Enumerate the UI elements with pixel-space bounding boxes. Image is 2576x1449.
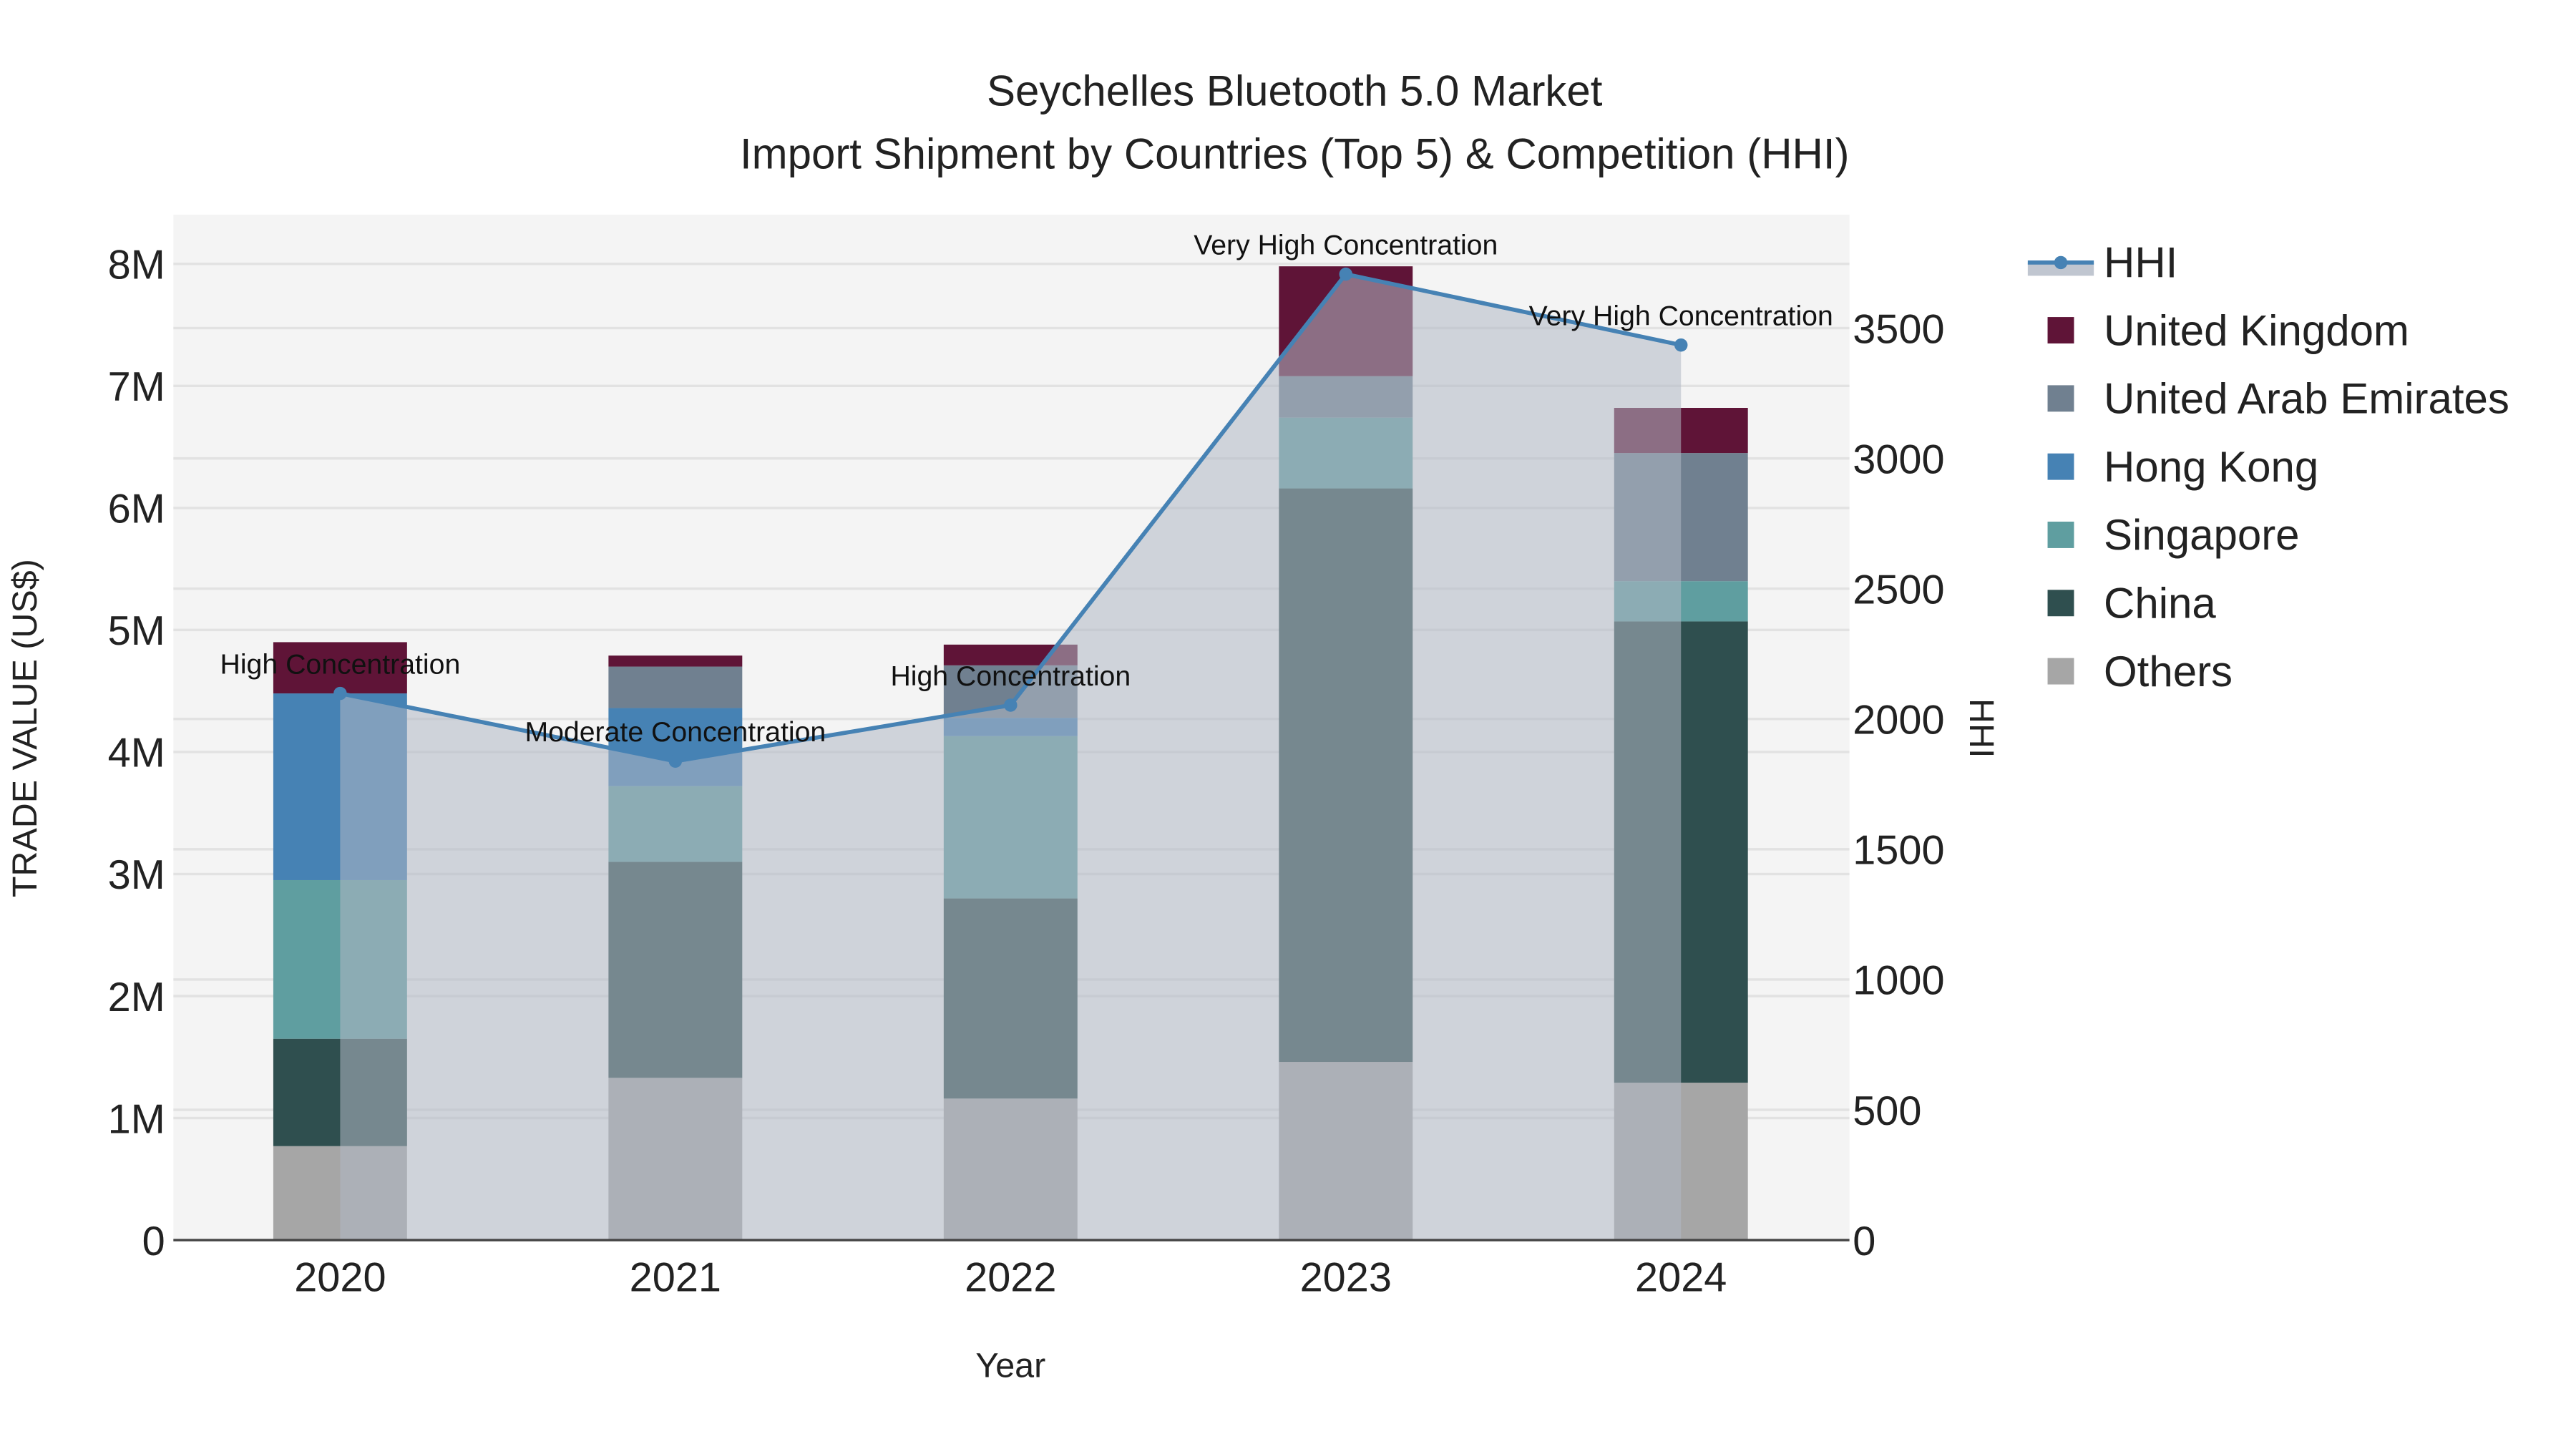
hhi-annotation: Very High Concentration <box>1529 301 1833 332</box>
legend-label: China <box>2104 580 2216 628</box>
bar-united-kingdom <box>608 655 743 667</box>
legend-swatch <box>2047 522 2074 548</box>
legend-label: Others <box>2104 648 2233 696</box>
hhi-annotation: Moderate Concentration <box>525 716 826 748</box>
legend-swatch <box>2047 385 2074 412</box>
y-tick-label: 7M <box>108 364 165 410</box>
y2-tick-label: 3500 <box>1853 306 1944 352</box>
y-tick-label: 2M <box>108 975 165 1020</box>
y2-tick-label: 1000 <box>1853 958 1944 1004</box>
legend-marker-hhi <box>2054 255 2068 270</box>
y-tick-label: 8M <box>108 243 165 288</box>
y-axis-label: TRADE VALUE (US$) <box>6 559 44 897</box>
legend-label: Hong Kong <box>2104 443 2318 491</box>
hhi-annotation: Very High Concentration <box>1194 229 1498 260</box>
legend-label-hhi: HHI <box>2104 239 2177 287</box>
y-tick-label: 1M <box>108 1096 165 1142</box>
y2-tick-label: 2000 <box>1853 698 1944 743</box>
y2-tick-label: 2500 <box>1853 567 1944 613</box>
y2-tick-label: 1500 <box>1853 828 1944 874</box>
legend-label: United Kingdom <box>2104 306 2409 354</box>
legend-label: Singapore <box>2104 511 2300 559</box>
x-tick-label: 2024 <box>1635 1255 1727 1301</box>
y-tick-label: 4M <box>108 731 165 776</box>
x-axis-label: Year <box>975 1347 1045 1385</box>
y2-axis-label: HHI <box>1962 698 2001 758</box>
hhi-point <box>668 754 683 768</box>
y-tick-label: 0 <box>142 1219 165 1264</box>
x-tick-label: 2020 <box>294 1255 386 1301</box>
hhi-point <box>1674 338 1688 352</box>
hhi-annotation: High Concentration <box>220 648 461 680</box>
y-tick-label: 3M <box>108 852 165 898</box>
x-tick-label: 2023 <box>1300 1255 1392 1301</box>
hhi-point <box>1004 698 1018 712</box>
y-tick-label: 5M <box>108 608 165 654</box>
hhi-point <box>333 686 347 701</box>
x-tick-label: 2021 <box>630 1255 721 1301</box>
y-tick-label: 6M <box>108 487 165 532</box>
bar-united-arab-emirates <box>608 666 743 708</box>
x-tick-label: 2022 <box>965 1255 1056 1301</box>
legend-label: United Arab Emirates <box>2104 375 2509 423</box>
legend: HHI United Kingdom United Arab Emirates Hon… <box>2027 239 2509 696</box>
y2-tick-label: 0 <box>1853 1219 1875 1264</box>
legend-swatch <box>2047 453 2074 480</box>
hhi-annotation: High Concentration <box>890 660 1131 692</box>
y2-tick-label: 3000 <box>1853 436 1944 482</box>
hhi-point <box>1339 267 1352 281</box>
y2-tick-label: 500 <box>1853 1088 1921 1134</box>
chart-subtitle: Import Shipment by Countries (Top 5) & C… <box>740 130 1850 177</box>
chart: Seychelles Bluetooth 5.0 Market Import S… <box>6 67 2509 1385</box>
legend-swatch <box>2047 658 2074 685</box>
legend-swatch <box>2047 590 2074 617</box>
chart-title: Seychelles Bluetooth 5.0 Market <box>987 67 1603 115</box>
legend-swatch <box>2047 317 2074 343</box>
